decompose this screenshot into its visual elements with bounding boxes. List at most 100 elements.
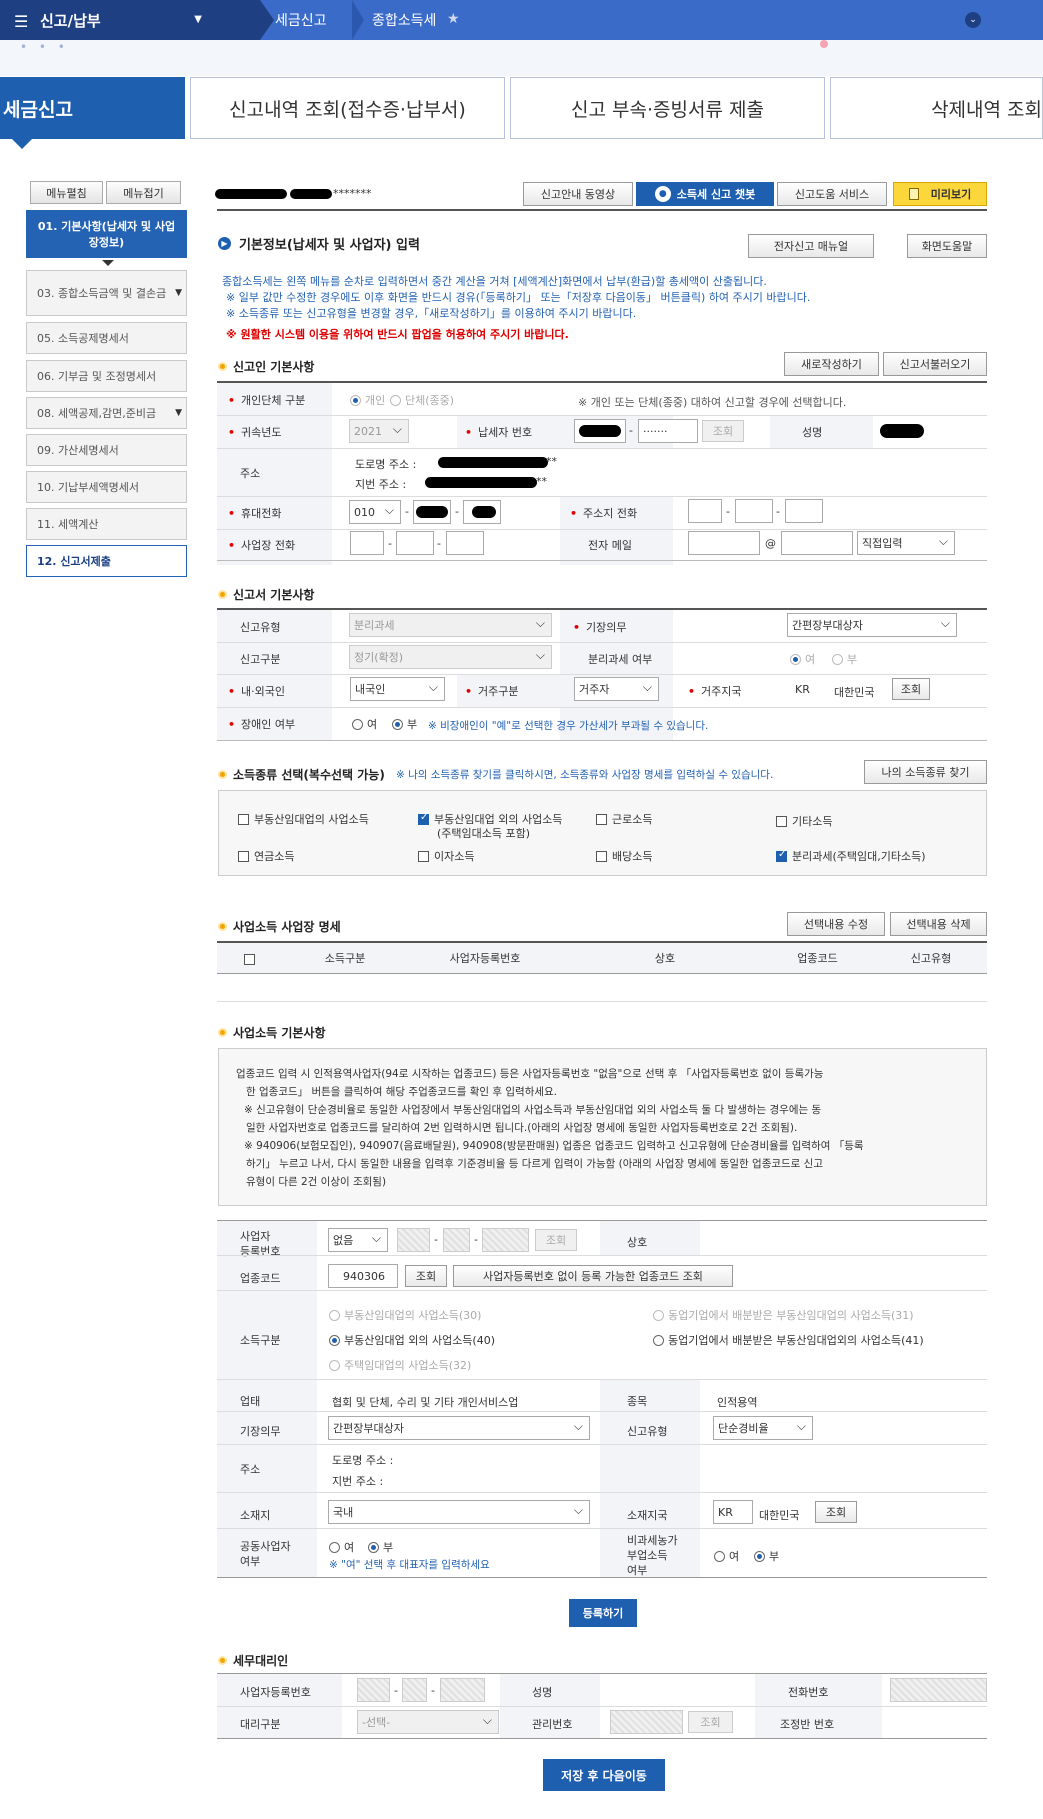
bizno-1-input[interactable] bbox=[397, 1228, 430, 1252]
income-class-32-radio[interactable]: 주택임대업의 사업소득(32) bbox=[329, 1357, 471, 1373]
disabled-no-radio[interactable]: 부 bbox=[392, 716, 417, 732]
checkbox-other-income[interactable]: 기타소득 bbox=[776, 813, 832, 829]
joint-biz-no-radio[interactable]: 부 bbox=[368, 1539, 393, 1555]
checkbox-interest-income[interactable]: 이자소득 bbox=[418, 848, 474, 864]
tab-tax-report[interactable]: 세금신고 bbox=[0, 77, 185, 139]
bizno-lookup-button[interactable]: 조회 bbox=[535, 1229, 577, 1251]
save-next-button[interactable]: 저장 후 다음이동 bbox=[543, 1759, 665, 1791]
sidebar-item-prepaid[interactable]: 10. 기납부세액명세서 bbox=[26, 471, 187, 503]
delete-selected-button[interactable]: 선택내용 삭제 bbox=[890, 912, 987, 936]
find-my-income-button[interactable]: 나의 소득종류 찾기 bbox=[864, 760, 987, 784]
agent-mgmt-no-input[interactable] bbox=[610, 1710, 683, 1734]
screen-help-button[interactable]: 화면도움말 bbox=[907, 234, 987, 258]
residence-select[interactable]: 거주자 bbox=[574, 677, 659, 701]
income-class-41-radio[interactable]: 동업기업에서 배분받은 부동산임대업외의 사업소득(41) bbox=[653, 1332, 924, 1348]
separate-tax-no-radio[interactable]: 부 bbox=[832, 651, 857, 667]
checkbox-dividend-income[interactable]: 배당소득 bbox=[596, 848, 652, 864]
email-domain-select[interactable]: 직접입력 bbox=[857, 531, 955, 555]
mobile-middle-input[interactable] bbox=[413, 500, 451, 524]
menu-collapse-button[interactable]: 메뉴접기 bbox=[106, 181, 181, 204]
agent-bizno-1-input[interactable] bbox=[357, 1678, 390, 1702]
top-menu-selector[interactable]: ☰ 신고/납부 ▼ bbox=[0, 0, 260, 40]
checkbox-rental-business[interactable]: 부동산임대업의 사업소득 bbox=[238, 811, 369, 827]
disabled-yes-radio[interactable]: 여 bbox=[352, 716, 377, 732]
income-class-30-radio[interactable]: 부동산임대업의 사업소득(30) bbox=[329, 1307, 481, 1323]
guide-video-button[interactable]: 신고안내 동영상 bbox=[523, 182, 633, 206]
checkbox-earned-income[interactable]: 근로소득 bbox=[596, 811, 652, 827]
taxpayer-lookup-button[interactable]: 조회 bbox=[702, 420, 744, 442]
sidebar-item-penalty[interactable]: 09. 가산세명세서 bbox=[26, 434, 187, 466]
e-filing-manual-button[interactable]: 전자신고 매뉴얼 bbox=[748, 234, 874, 258]
biz-phone-2-input[interactable] bbox=[396, 531, 434, 555]
person-type-individual-radio[interactable]: 개인 bbox=[350, 392, 385, 408]
farm-income-yes-radio[interactable]: 여 bbox=[714, 1548, 739, 1564]
sidebar-item-tax-calc[interactable]: 11. 세액계산 bbox=[26, 508, 187, 540]
load-report-button[interactable]: 신고서불러오기 bbox=[883, 352, 987, 376]
sidebar-item-donation[interactable]: 06. 기부금 및 조정명세서 bbox=[26, 360, 187, 392]
biz-bookkeeping-select[interactable]: 간편장부대상자 bbox=[328, 1416, 590, 1440]
biz-report-type-select[interactable]: 단순경비율 bbox=[713, 1416, 813, 1440]
tab-report-history[interactable]: 신고내역 조회(접수증·납부서) bbox=[190, 77, 505, 139]
industry-code-input[interactable]: 940306 bbox=[328, 1264, 398, 1288]
report-class-select[interactable]: 정기(확정) bbox=[349, 645, 552, 669]
taxpayer-no-front-input[interactable] bbox=[574, 419, 626, 443]
mobile-last-input[interactable] bbox=[463, 500, 501, 524]
breadcrumb-item-income-tax[interactable]: 종합소득세 bbox=[372, 0, 436, 40]
tab-deleted-history[interactable]: 삭제내역 조회 bbox=[830, 77, 1043, 139]
biz-phone-3-input[interactable] bbox=[446, 531, 484, 555]
chevron-circle-icon[interactable]: ⌄ bbox=[965, 12, 981, 28]
register-button[interactable]: 등록하기 bbox=[569, 1599, 637, 1627]
agent-lookup-button[interactable]: 조회 bbox=[688, 1711, 733, 1733]
home-phone-2-input[interactable] bbox=[735, 499, 773, 523]
industry-lookup-button[interactable]: 조회 bbox=[405, 1265, 447, 1287]
report-type-select[interactable]: 분리과세 bbox=[349, 613, 552, 637]
bizno-3-input[interactable] bbox=[482, 1228, 529, 1252]
breadcrumb-item-tax-report[interactable]: 세금신고 bbox=[275, 0, 327, 40]
agent-class-select[interactable]: -선택- bbox=[357, 1710, 499, 1734]
agent-bizno-2-input[interactable] bbox=[402, 1678, 427, 1702]
sidebar-item-basic-info[interactable]: 01. 기본사항(납세자 및 사업장정보) bbox=[26, 210, 187, 258]
joint-biz-yes-radio[interactable]: 여 bbox=[329, 1539, 354, 1555]
checkbox-pension-income[interactable]: 연금소득 bbox=[238, 848, 294, 864]
required-mark: • bbox=[228, 425, 236, 439]
menu-expand-button[interactable]: 메뉴펼침 bbox=[30, 181, 103, 204]
income-class-40-radio[interactable]: 부동산임대업 외의 사업소득(40) bbox=[329, 1332, 495, 1348]
sidebar-item-submit[interactable]: 12. 신고서제출 bbox=[26, 545, 187, 577]
tab-attachments[interactable]: 신고 부속·증빙서류 제출 bbox=[510, 77, 825, 139]
income-class-31-radio[interactable]: 동업기업에서 배분받은 부동산임대업의 사업소득(31) bbox=[653, 1307, 914, 1323]
edit-selected-button[interactable]: 선택내용 수정 bbox=[787, 912, 885, 936]
report-help-button[interactable]: 신고도움 서비스 bbox=[777, 182, 887, 206]
bookkeeping-select[interactable]: 간편장부대상자 bbox=[787, 613, 957, 637]
region-lookup-button[interactable]: 조회 bbox=[892, 678, 930, 700]
new-report-button[interactable]: 새로작성하기 bbox=[784, 352, 879, 376]
email-id-input[interactable] bbox=[688, 531, 760, 555]
agent-phone-input[interactable] bbox=[890, 1678, 987, 1702]
sidebar-item-income-amount[interactable]: 03. 종합소득금액 및 결손금 ▼ bbox=[26, 270, 187, 316]
email-domain-input[interactable] bbox=[781, 531, 853, 555]
required-mark: • bbox=[228, 684, 236, 698]
sidebar-item-tax-credit[interactable]: 08. 세액공제,감면,준비금 ▼ bbox=[26, 397, 187, 429]
star-icon[interactable]: ★ bbox=[447, 11, 460, 27]
person-type-group-radio[interactable]: 단체(종중) bbox=[390, 392, 454, 408]
location-lookup-button[interactable]: 조회 bbox=[815, 1501, 857, 1523]
home-phone-1-input[interactable] bbox=[688, 499, 722, 523]
farm-income-no-radio[interactable]: 부 bbox=[754, 1548, 779, 1564]
preview-button[interactable]: 미리보기 bbox=[893, 182, 987, 206]
location-region-code-input[interactable]: KR bbox=[713, 1500, 753, 1524]
sidebar-item-deduction[interactable]: 05. 소득공제명세서 bbox=[26, 322, 187, 354]
home-phone-3-input[interactable] bbox=[785, 499, 823, 523]
mobile-prefix-select[interactable]: 010 bbox=[349, 500, 401, 524]
location-select[interactable]: 국내 bbox=[328, 1500, 590, 1524]
nationality-select[interactable]: 내국인 bbox=[350, 677, 445, 701]
biz-phone-1-input[interactable] bbox=[350, 531, 384, 555]
checkbox-separate-tax[interactable]: 분리과세(주택임대,기타소득) bbox=[776, 848, 926, 864]
year-select[interactable]: 2021 bbox=[349, 419, 409, 443]
bizno-2-input[interactable] bbox=[443, 1228, 470, 1252]
bizno-select[interactable]: 없음 bbox=[328, 1228, 388, 1252]
separate-tax-yes-radio[interactable]: 여 bbox=[790, 651, 815, 667]
agent-bizno-3-input[interactable] bbox=[440, 1678, 485, 1702]
chatbot-button[interactable]: ● 소득세 신고 챗봇 bbox=[636, 182, 774, 206]
taxpayer-no-back-input[interactable]: ······· bbox=[638, 419, 698, 443]
noreg-industry-lookup-button[interactable]: 사업자등록번호 없이 등록 가능한 업종코드 조회 bbox=[453, 1265, 733, 1287]
select-all-checkbox[interactable] bbox=[244, 952, 260, 965]
